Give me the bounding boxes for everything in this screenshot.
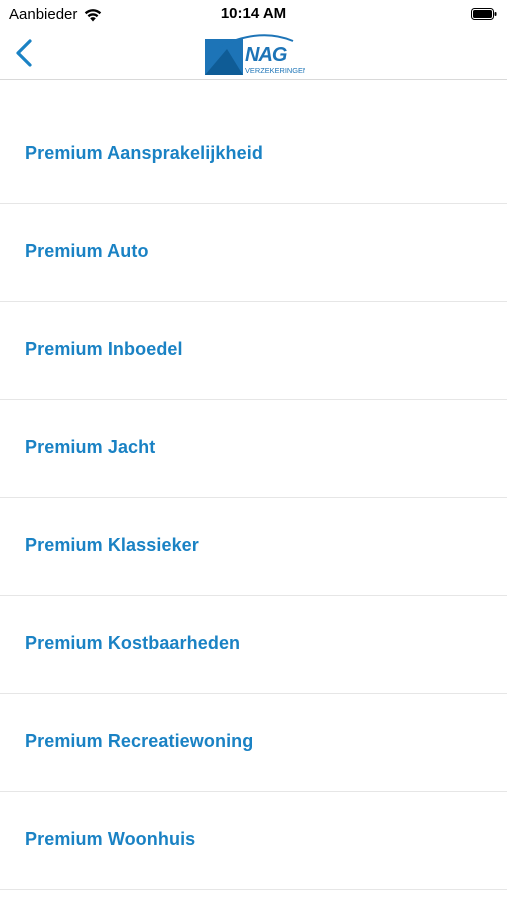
- list-item[interactable]: Premium Woonhuis: [0, 792, 507, 890]
- list-item-label: Premium Kostbaarheden: [25, 633, 241, 653]
- list-item[interactable]: Premium Recreatiewoning: [0, 694, 507, 792]
- battery-icon: [471, 8, 497, 20]
- list-item-label: Premium Jacht: [25, 437, 156, 457]
- list-item[interactable]: Premium Auto: [0, 204, 507, 302]
- list-item-label: Premium Recreatiewoning: [25, 731, 254, 751]
- list-item-label: Premium Aansprakelijkheid: [25, 143, 263, 163]
- list-item-label: Premium Auto: [25, 241, 149, 261]
- status-time: 10:14 AM: [220, 5, 287, 22]
- navigation-bar: NAG VERZEKERINGEN: [0, 28, 507, 80]
- logo-brand-text: NAG: [245, 44, 287, 66]
- list-item[interactable]: Premium Kostbaarheden: [0, 596, 507, 694]
- list-item-label: Premium Woonhuis: [25, 829, 196, 849]
- list-item[interactable]: Premium Jacht: [0, 400, 507, 498]
- nag-logo: NAG VERZEKERINGEN: [205, 33, 308, 77]
- logo-subtitle-text: VERZEKERINGEN: [245, 66, 305, 75]
- list-item[interactable]: Premium Inboedel: [0, 302, 507, 400]
- back-button[interactable]: [10, 37, 40, 69]
- status-bar: Aanbieder 10:14 AM: [0, 0, 507, 28]
- list-item-label: Premium Inboedel: [25, 339, 183, 359]
- premium-list: Premium Aansprakelijkheid Premium Auto P…: [0, 106, 507, 890]
- list-item[interactable]: Premium Klassieker: [0, 498, 507, 596]
- list-item[interactable]: Premium Aansprakelijkheid: [0, 106, 507, 204]
- chevron-left-icon: [16, 39, 32, 67]
- list-item-label: Premium Klassieker: [25, 535, 199, 555]
